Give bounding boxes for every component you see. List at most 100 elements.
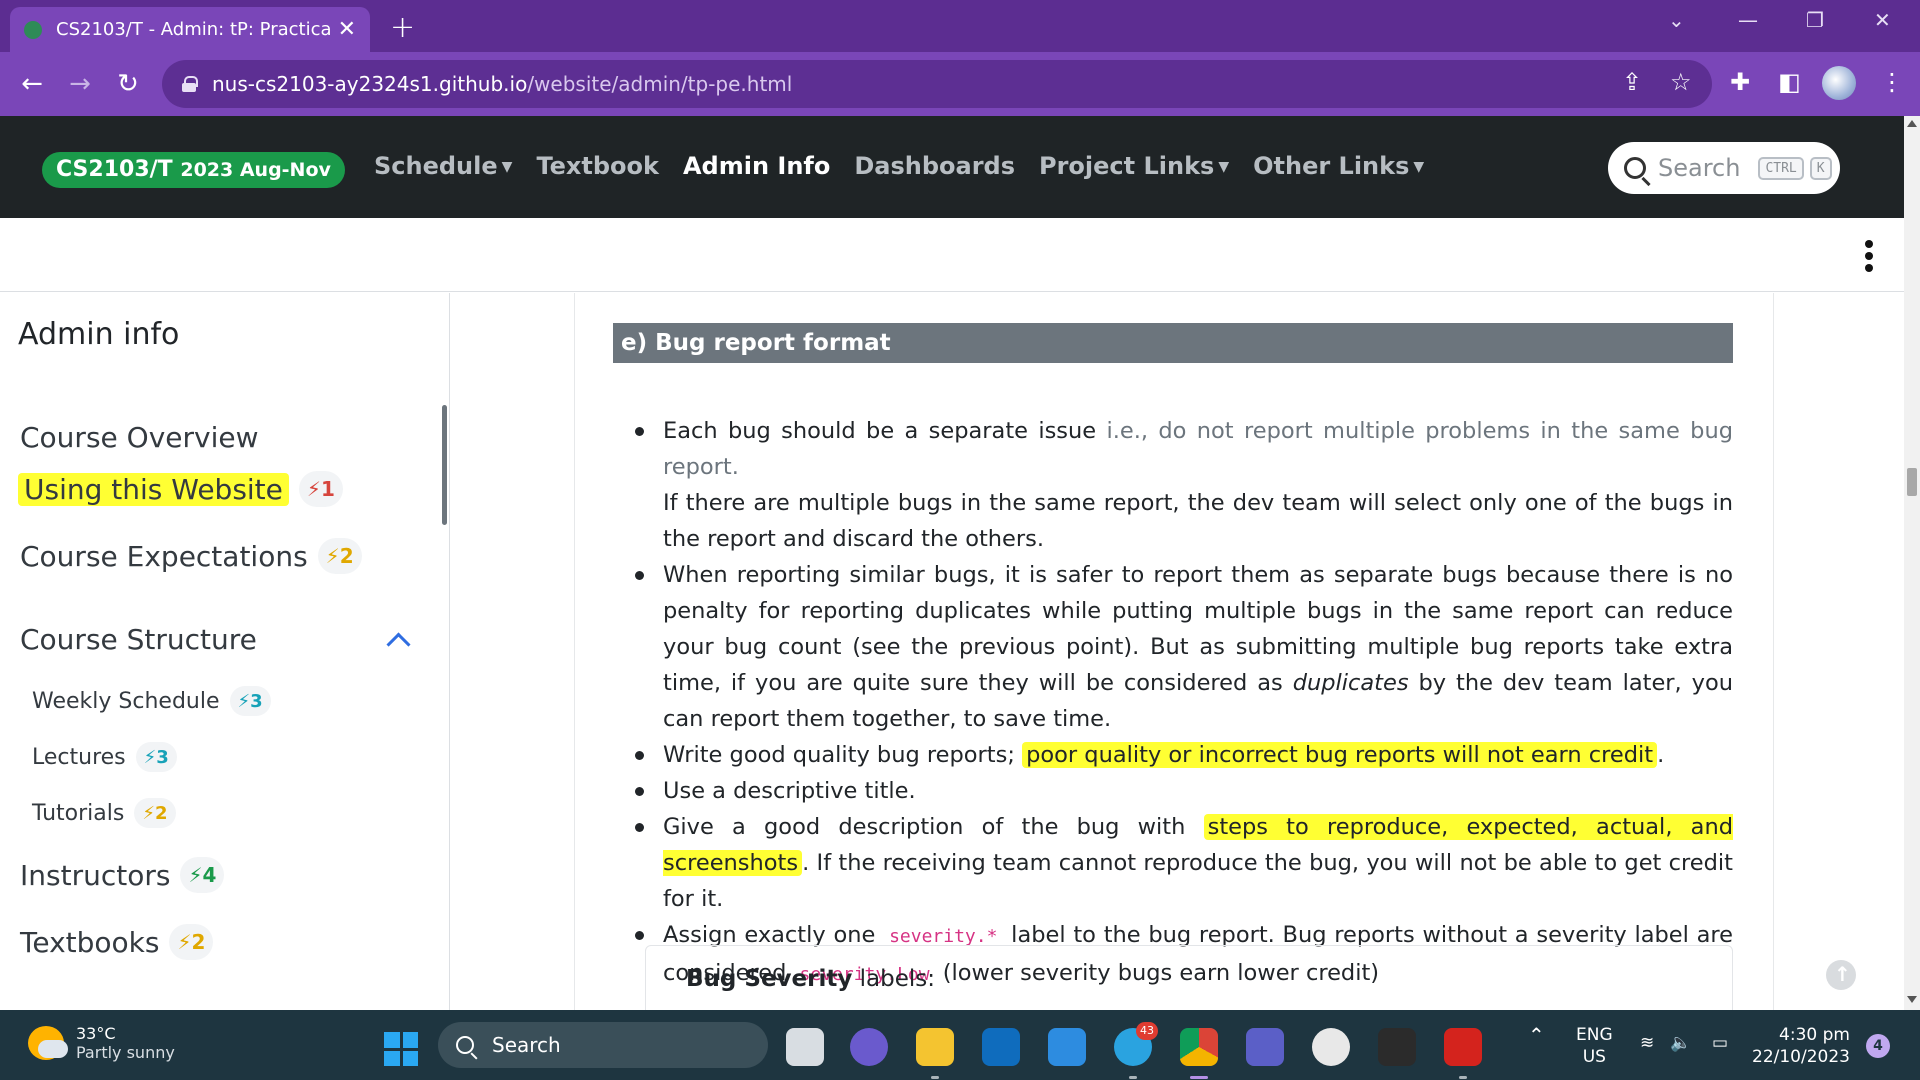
wifi-icon[interactable]: ≋ xyxy=(1640,1032,1654,1054)
file-explorer-icon[interactable] xyxy=(916,1028,954,1079)
browser-menu-icon[interactable]: ⋮ xyxy=(1880,68,1904,96)
rule-text: Write good quality bug reports; xyxy=(663,742,1023,768)
site-favicon-icon xyxy=(24,20,42,39)
sidebar-item-textbooks[interactable]: Textbooks ⚡ 2 xyxy=(20,924,214,960)
sidebar-item-using-this-website[interactable]: Using this Website ⚡ 1 xyxy=(18,471,343,507)
main-content: e) Bug report format Each bug should be … xyxy=(574,293,1774,1010)
nav-admin-info[interactable]: Admin Info xyxy=(683,152,830,180)
sidebar-item-tutorials[interactable]: Tutorials ⚡ 2 xyxy=(32,798,176,828)
badge-lightning-icon: ⚡ 3 xyxy=(135,742,177,772)
task-view-icon[interactable] xyxy=(786,1028,824,1066)
notification-count[interactable]: 4 xyxy=(1866,1034,1890,1058)
severity-code: severity.* xyxy=(889,926,998,947)
dropdown-caret-icon: ▼ xyxy=(1413,159,1425,175)
bug-severity-bold: Bug Severity xyxy=(686,966,853,992)
tab-search-icon[interactable]: ⌄ xyxy=(1668,8,1685,32)
sidebar-scrollbar[interactable] xyxy=(442,405,447,525)
sidebar-item-label: Course Overview xyxy=(20,421,259,454)
chrome-icon[interactable] xyxy=(1180,1028,1218,1079)
windows-taskbar: 33°C Partly sunny Search 43 ⌃ ENG US ≋ 🔈 … xyxy=(0,1010,1920,1080)
sidebar-item-label: Textbooks xyxy=(20,925,160,959)
clock[interactable]: 4:30 pm 22/10/2023 xyxy=(1752,1024,1850,1068)
extensions-icon[interactable]: ✚ xyxy=(1730,68,1750,96)
course-brand-badge[interactable]: CS2103/T 2023 Aug-Nov xyxy=(42,152,345,188)
back-icon[interactable]: ← xyxy=(14,64,50,104)
section-heading: e) Bug report format xyxy=(613,323,1733,363)
rule-emphasis: duplicates xyxy=(1292,670,1409,696)
clock-date: 22/10/2023 xyxy=(1752,1047,1850,1067)
teams-icon[interactable] xyxy=(1246,1028,1284,1066)
outlook-icon[interactable] xyxy=(982,1028,1020,1066)
scroll-up-icon[interactable] xyxy=(1907,120,1917,127)
sidebar-item-course-expectations[interactable]: Course Expectations ⚡ 2 xyxy=(20,538,362,574)
volume-icon[interactable]: 🔈 xyxy=(1670,1032,1691,1054)
sidebar-item-instructors[interactable]: Instructors ⚡ 4 xyxy=(20,857,225,893)
restore-icon[interactable]: ❐ xyxy=(1806,8,1824,32)
badge-count: 2 xyxy=(191,930,206,954)
badge-count: 2 xyxy=(339,544,354,568)
chat-icon[interactable] xyxy=(850,1028,888,1066)
minimize-icon[interactable]: — xyxy=(1738,8,1758,32)
chatgpt-icon[interactable] xyxy=(1312,1028,1350,1066)
weather-desc: Partly sunny xyxy=(76,1043,175,1062)
lock-icon[interactable] xyxy=(182,76,198,92)
sidebar-item-lectures[interactable]: Lectures ⚡ 3 xyxy=(32,742,177,772)
list-item: Give a good description of the bug with … xyxy=(625,809,1733,917)
forward-icon[interactable]: → xyxy=(62,64,98,104)
badge-lightning-icon: ⚡ 4 xyxy=(180,857,225,893)
scroll-to-top-icon[interactable] xyxy=(1826,960,1856,990)
bookmark-star-icon[interactable]: ☆ xyxy=(1670,68,1692,96)
sidebar-item-course-structure[interactable]: Course Structure xyxy=(20,623,257,656)
mail-icon[interactable] xyxy=(1048,1028,1086,1066)
page-scrollbar[interactable] xyxy=(1904,116,1920,1010)
acrobat-icon[interactable] xyxy=(1444,1028,1482,1079)
rule-text: Each bug should be a separate issue xyxy=(663,418,1107,444)
address-bar[interactable]: nus-cs2103-ay2324s1.github.io/website/ad… xyxy=(162,60,1712,108)
url-path: /website/admin/tp-pe.html xyxy=(527,72,793,96)
list-item: When reporting similar bugs, it is safer… xyxy=(625,557,1733,737)
nav-schedule[interactable]: Schedule ▼ xyxy=(374,152,512,180)
badge-count: 3 xyxy=(250,690,263,712)
tray-overflow-icon[interactable]: ⌃ xyxy=(1528,1024,1545,1046)
search-placeholder: Search xyxy=(1658,154,1741,182)
new-tab-button[interactable]: + xyxy=(390,10,415,45)
reload-icon[interactable]: ↻ xyxy=(110,64,146,104)
sidebar-item-weekly-schedule[interactable]: Weekly Schedule ⚡ 3 xyxy=(32,686,271,716)
collapse-chevron-up-icon[interactable] xyxy=(385,628,411,654)
bug-severity-label: Bug Severity labels: xyxy=(686,966,935,992)
nav-schedule-label: Schedule xyxy=(374,152,498,180)
close-tab-icon[interactable]: ✕ xyxy=(338,17,356,42)
rule-text: Use a descriptive title. xyxy=(663,778,916,804)
battery-icon[interactable]: ▭ xyxy=(1712,1032,1728,1054)
sidebar-item-course-overview[interactable]: Course Overview xyxy=(20,421,258,454)
site-search-button[interactable]: Search CTRL K xyxy=(1608,142,1840,194)
sidebar: Admin info Course Overview Using this We… xyxy=(0,293,450,1010)
nav-other-links[interactable]: Other Links ▼ xyxy=(1253,152,1424,180)
scroll-thumb[interactable] xyxy=(1907,468,1917,496)
share-icon[interactable]: ⇪ xyxy=(1622,68,1642,96)
nav-textbook[interactable]: Textbook xyxy=(536,152,659,180)
telegram-badge: 43 xyxy=(1136,1022,1158,1040)
browser-tab-active[interactable]: CS2103/T - Admin: tP: Practical E ✕ xyxy=(10,7,370,52)
badge-count: 1 xyxy=(320,477,335,501)
profile-avatar[interactable] xyxy=(1822,66,1856,100)
kbd-k: K xyxy=(1809,156,1832,180)
url-host: nus-cs2103-ay2324s1.github.io xyxy=(212,72,528,96)
side-panel-icon[interactable]: ◧ xyxy=(1778,68,1801,96)
bug-severity-box: Bug Severity labels: xyxy=(645,945,1733,1010)
nav-project-links[interactable]: Project Links ▼ xyxy=(1039,152,1229,180)
browser-tabstrip: CS2103/T - Admin: tP: Practical E ✕ + ⌄ … xyxy=(0,0,1920,52)
page-menu-icon[interactable] xyxy=(1862,240,1876,276)
scroll-down-icon[interactable] xyxy=(1907,996,1917,1003)
window-close-icon[interactable]: ✕ xyxy=(1874,8,1891,32)
windows-start-icon[interactable] xyxy=(384,1032,418,1066)
taskbar-search[interactable]: Search xyxy=(438,1022,768,1068)
badge-lightning-icon: ⚡ 2 xyxy=(134,798,176,828)
page-subbar xyxy=(0,218,1904,292)
nav-dashboards[interactable]: Dashboards xyxy=(854,152,1015,180)
language-indicator[interactable]: ENG US xyxy=(1576,1024,1613,1068)
terminal-icon[interactable] xyxy=(1378,1028,1416,1066)
sidebar-item-label: Course Structure xyxy=(20,623,257,656)
url-text: nus-cs2103-ay2324s1.github.io/website/ad… xyxy=(212,72,792,96)
weather-widget[interactable]: 33°C Partly sunny xyxy=(28,1024,175,1062)
